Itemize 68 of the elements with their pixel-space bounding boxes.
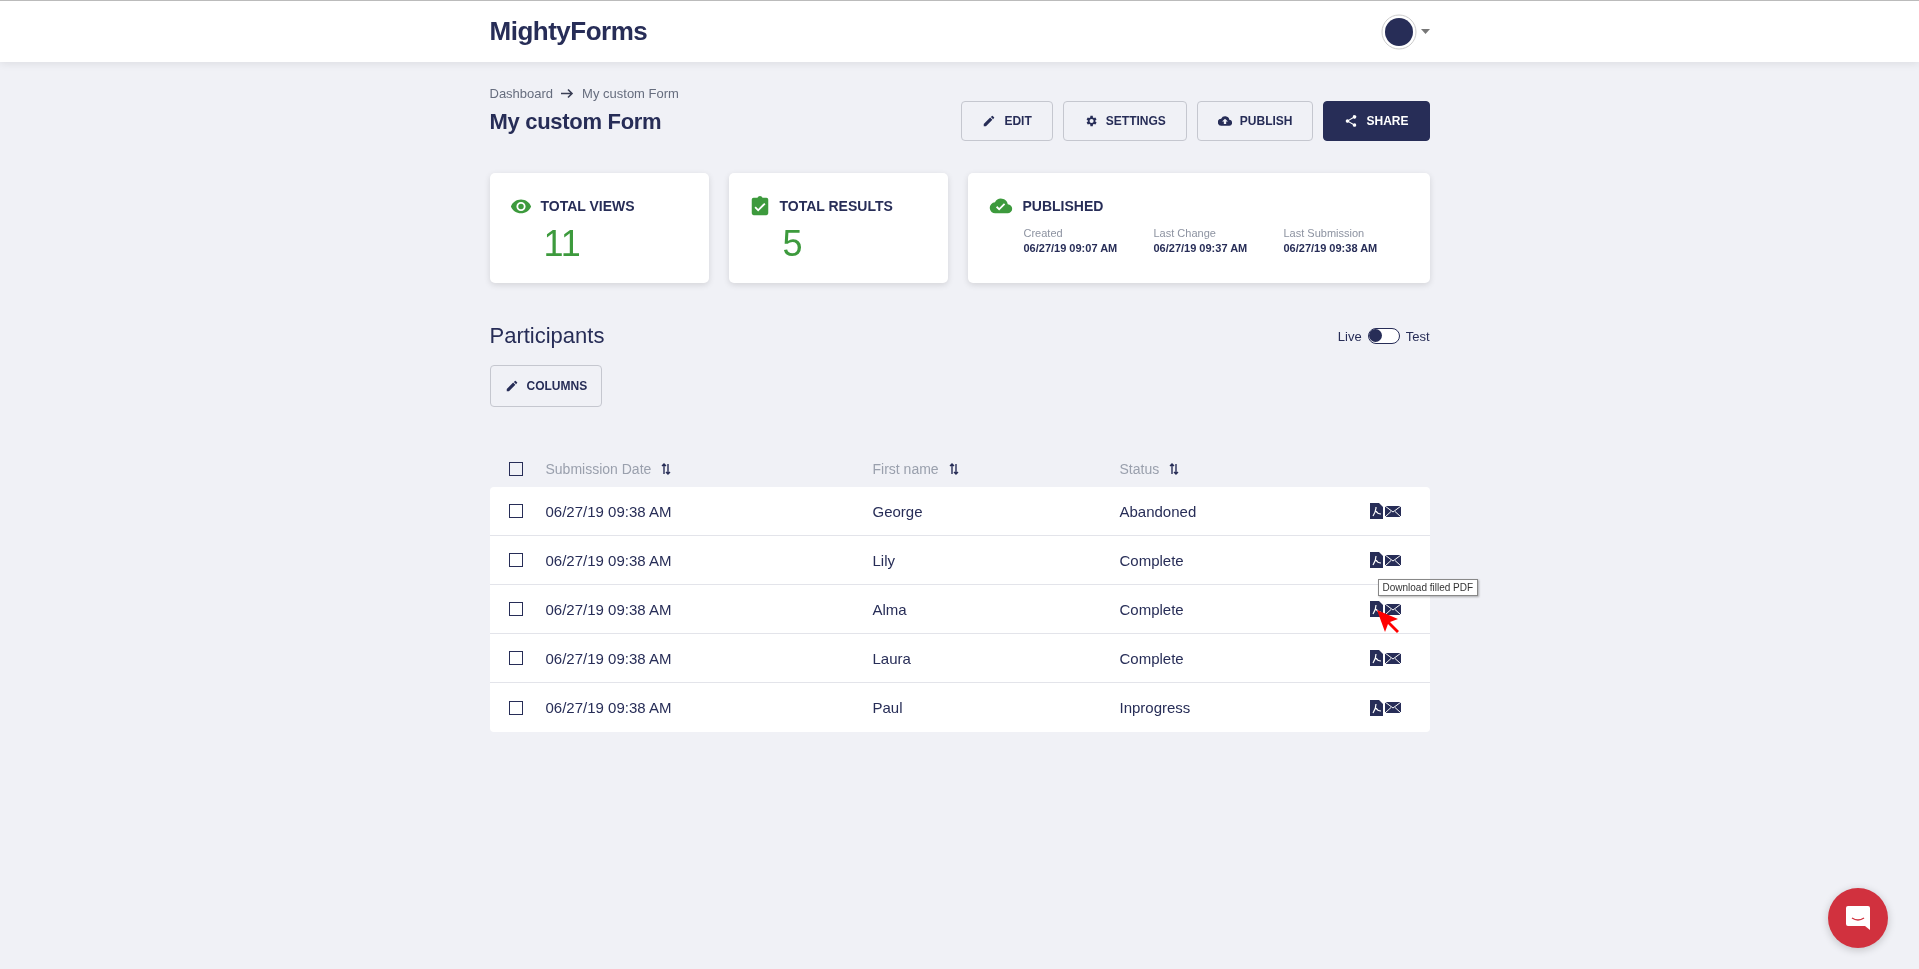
pencil-icon [504, 379, 519, 393]
breadcrumb-link[interactable]: Dashboard [489, 86, 554, 101]
stat-value: 11 [543, 223, 582, 265]
table-cell-text: Laura [872, 649, 912, 667]
table-cell-text: 06/27/19 09:38 AM [545, 699, 673, 716]
pdf-icon[interactable] [1369, 601, 1383, 617]
table-cell-text: Lily [872, 551, 896, 569]
table-cell-text: Paul [872, 699, 904, 716]
pdf-icon[interactable] [1369, 699, 1383, 716]
cursor-icon [1375, 609, 1400, 635]
table-cell-text: 06/27/19 09:38 AM [545, 502, 673, 520]
mail-icon[interactable] [1384, 505, 1401, 517]
date-value: 06/27/19 09:38 AM [1283, 242, 1379, 254]
table-cell-text: Complete [1119, 551, 1185, 569]
pdf-icon[interactable] [1369, 650, 1383, 666]
pdf-icon[interactable] [1369, 503, 1383, 519]
date-value: 06/27/19 09:37 AM [1153, 242, 1249, 254]
row-checkbox[interactable] [508, 651, 523, 665]
action-button[interactable]: PUBLISH [1196, 101, 1314, 141]
date-label: Last Change [1153, 227, 1217, 239]
table-cell-text: Complete [1119, 600, 1185, 618]
date-value: 06/27/19 09:07 AM [1023, 242, 1119, 254]
logo[interactable]: MightyForms [489, 16, 648, 47]
share-icon [1344, 114, 1359, 128]
section-title: Participants [489, 323, 605, 349]
table-cell-text: Abandoned [1119, 502, 1198, 520]
action-button[interactable]: EDIT [961, 101, 1053, 141]
date-label: Created [1023, 227, 1064, 239]
sort-icon[interactable] [948, 463, 959, 475]
action-button[interactable]: SHARE [1323, 101, 1430, 141]
stat-value: 5 [782, 223, 804, 265]
table-cell-text: Inprogress [1119, 699, 1192, 716]
avatar-icon[interactable] [1380, 13, 1417, 50]
action-button[interactable]: SETTINGS [1062, 101, 1187, 141]
mail-icon[interactable] [1384, 652, 1401, 664]
table-cell-text: 06/27/19 09:38 AM [545, 649, 673, 667]
row-checkbox[interactable] [508, 553, 523, 567]
toggle-label: Live [1337, 328, 1362, 344]
arrow-right-icon [561, 88, 575, 99]
toggle-label: Test [1405, 328, 1430, 344]
mail-icon[interactable] [1384, 702, 1401, 713]
pdf-icon[interactable] [1369, 552, 1383, 568]
sort-icon[interactable] [1169, 463, 1180, 475]
row-checkbox[interactable] [508, 700, 523, 715]
tooltip: Download filled PDF [1377, 579, 1479, 596]
date-label: Last Submission [1283, 227, 1366, 239]
caret-icon[interactable] [1420, 29, 1430, 34]
chat-button[interactable] [1828, 888, 1888, 948]
stat-label: TOTAL VIEWS [540, 198, 635, 214]
table-cell-text: Alma [872, 600, 908, 618]
mode-toggle[interactable] [1367, 328, 1400, 344]
page-title: My custom Form [489, 109, 662, 135]
pencil-icon [982, 114, 997, 128]
table-cell-text: 06/27/19 09:38 AM [545, 551, 673, 569]
mail-icon[interactable] [1384, 603, 1401, 615]
table-cell-text: 06/27/19 09:38 AM [545, 600, 673, 618]
sort-icon[interactable] [661, 463, 672, 475]
table-cell-text: George [872, 502, 924, 520]
row-checkbox[interactable] [508, 504, 523, 518]
cloud-upload-icon [1217, 114, 1232, 128]
stat-label: PUBLISHED [1022, 198, 1104, 214]
mail-icon[interactable] [1384, 554, 1401, 566]
row-checkbox[interactable] [508, 602, 523, 616]
select-all-checkbox[interactable] [508, 462, 523, 476]
table-cell-text: Complete [1119, 649, 1185, 667]
columns-button[interactable]: COLUMNS [489, 365, 603, 407]
stat-label: TOTAL RESULTS [779, 198, 893, 214]
chat-icon [1845, 905, 1871, 931]
